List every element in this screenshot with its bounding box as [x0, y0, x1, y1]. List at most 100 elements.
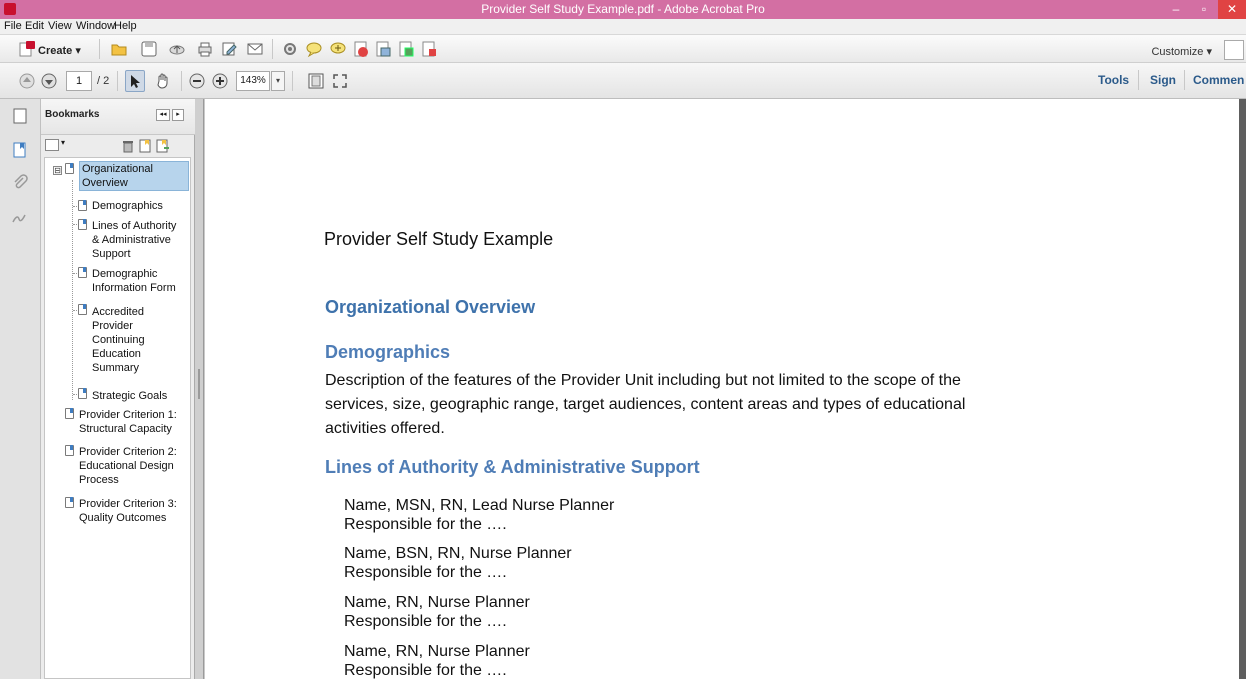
bookmark-label: Demographic	[92, 268, 158, 280]
settings-gear-icon[interactable]	[280, 38, 300, 60]
cloud-upload-icon[interactable]	[167, 38, 187, 60]
open-folder-icon[interactable]	[109, 38, 129, 60]
menu-bar: File Edit View Window Help	[0, 19, 1246, 35]
bookmark-icon	[78, 200, 87, 211]
window-title: Provider Self Study Example.pdf - Adobe …	[481, 2, 765, 16]
new-bookmark-icon[interactable]	[139, 139, 151, 156]
bookmark-label: & Administrative	[92, 234, 171, 246]
page-number-input[interactable]: 1	[66, 71, 92, 91]
page-count: / 2	[97, 75, 110, 87]
bookmark-strategic-goals[interactable]: Strategic Goals	[92, 389, 167, 403]
staff-entry: Name, RN, Nurse Planner Responsible for …	[344, 593, 530, 631]
document-title: Provider Self Study Example	[324, 229, 554, 249]
zoom-level-input[interactable]: 143%	[236, 71, 270, 91]
bookmark-provider-criterion-2[interactable]: Provider Criterion 2: Educational Design…	[79, 445, 177, 487]
maximize-button[interactable]: ▫	[1190, 0, 1218, 19]
bookmark-label: Process	[79, 474, 119, 486]
toolbar-separator	[99, 39, 100, 59]
bookmark-label: Continuing	[92, 334, 145, 346]
delete-bookmark-icon[interactable]	[122, 139, 134, 156]
collapse-toggle[interactable]: ⊟	[53, 166, 62, 175]
bookmark-demographics[interactable]: Demographics	[92, 199, 163, 213]
save-icon[interactable]	[139, 38, 159, 60]
bookmark-label: Provider Criterion 3:	[79, 498, 177, 510]
create-label: Create	[38, 45, 73, 57]
heading-lines-of-authority: Lines of Authority & Administrative Supp…	[325, 457, 700, 477]
zoom-out-icon[interactable]	[187, 70, 207, 92]
fit-page-icon[interactable]	[306, 70, 326, 92]
bookmark-icon	[65, 408, 74, 419]
email-icon[interactable]	[245, 38, 265, 60]
heading-demographics: Demographics	[325, 342, 451, 362]
page-thumbnails-icon[interactable]	[11, 107, 29, 125]
bookmark-provider-criterion-3[interactable]: Provider Criterion 3: Quality Outcomes	[79, 497, 177, 525]
select-cursor-icon[interactable]	[125, 70, 145, 92]
form-icon[interactable]	[396, 38, 416, 60]
demographics-paragraph: Description of the features of the Provi…	[325, 369, 1095, 441]
menu-file[interactable]: File	[4, 20, 22, 32]
panel-splitter[interactable]	[195, 99, 204, 679]
edit-document-icon[interactable]	[219, 38, 239, 60]
staff-name: Name, RN, Nurse Planner	[344, 594, 530, 611]
minimize-button[interactable]: –	[1162, 0, 1190, 19]
hand-tool-icon[interactable]	[153, 70, 173, 92]
menu-window[interactable]: Window	[76, 20, 115, 32]
staff-name: Name, BSN, RN, Nurse Planner	[344, 545, 572, 562]
navigation-rail	[0, 99, 41, 679]
create-icon[interactable]	[17, 38, 37, 60]
next-page-icon[interactable]	[39, 70, 59, 92]
pdf-export-icon[interactable]	[351, 38, 371, 60]
comment-bubble-icon[interactable]	[304, 38, 324, 60]
vertical-scrollbar[interactable]	[1239, 99, 1246, 679]
customize-button[interactable]: Customize ▾	[1151, 45, 1212, 58]
bookmark-options-icon[interactable]	[45, 139, 59, 151]
toolbar-separator	[292, 71, 293, 91]
zoom-in-icon[interactable]	[210, 70, 230, 92]
staff-entry: Name, MSN, RN, Lead Nurse Planner Respon…	[344, 496, 614, 534]
bookmarks-icon[interactable]	[11, 141, 29, 159]
paragraph-line: services, size, geographic range, target…	[325, 396, 966, 413]
bookmarks-toolbar: ▾	[41, 135, 195, 157]
protect-icon[interactable]	[419, 38, 439, 60]
bookmark-provider-criterion-1[interactable]: Provider Criterion 1: Structural Capacit…	[79, 408, 177, 436]
sign-tab[interactable]: Sign	[1150, 66, 1176, 94]
zoom-dropdown-button[interactable]: ▾	[271, 71, 285, 91]
bookmark-label: Overview	[82, 177, 128, 189]
signatures-icon[interactable]	[11, 209, 29, 227]
attachments-paperclip-icon[interactable]	[11, 173, 29, 191]
bookmark-lines-of-authority[interactable]: Lines of Authority & Administrative Supp…	[92, 219, 176, 261]
staff-entry: Name, BSN, RN, Nurse Planner Responsible…	[344, 544, 572, 582]
menu-edit[interactable]: Edit	[25, 20, 44, 32]
splitter-grip[interactable]	[198, 369, 200, 399]
customize-arrow: ▾	[1206, 46, 1212, 58]
pdf-page[interactable]: Provider Self Study Example Organization…	[205, 99, 1239, 679]
bookmark-accredited-provider-summary[interactable]: Accredited Provider Continuing Education…	[92, 305, 145, 375]
bookmark-from-selection-icon[interactable]	[156, 139, 170, 156]
staff-responsibility: Responsible for the ….	[344, 662, 507, 679]
previous-page-icon[interactable]	[17, 70, 37, 92]
toolbar-separator	[272, 39, 273, 59]
paragraph-line: activities offered.	[325, 420, 445, 437]
bookmark-options-arrow[interactable]: ▾	[61, 138, 65, 147]
tools-tab[interactable]: Tools	[1098, 66, 1129, 94]
menu-help[interactable]: Help	[114, 20, 137, 32]
create-button[interactable]: Create ▾	[38, 44, 81, 57]
bookmark-demographic-information-form[interactable]: Demographic Information Form	[92, 267, 176, 295]
bookmark-icon	[65, 497, 74, 508]
combine-files-icon[interactable]	[373, 38, 393, 60]
panel-expand-button[interactable]: ▸	[172, 109, 184, 121]
bookmark-organizational-overview[interactable]: Organizational Overview	[79, 161, 189, 191]
full-screen-icon[interactable]	[330, 70, 350, 92]
bookmark-label: Quality Outcomes	[79, 512, 167, 524]
add-comment-icon[interactable]	[328, 38, 348, 60]
bookmark-label: Provider	[92, 320, 133, 332]
close-button[interactable]: ✕	[1218, 0, 1246, 19]
comment-tab[interactable]: Commen	[1193, 66, 1244, 94]
bookmark-label: Lines of Authority	[92, 220, 177, 232]
panel-collapse-button[interactable]: ◂◂	[156, 109, 170, 121]
menu-view[interactable]: View	[48, 20, 72, 32]
tools-pane-icon[interactable]	[1224, 40, 1244, 60]
print-icon[interactable]	[195, 38, 215, 60]
bookmark-label: Support	[92, 248, 131, 260]
document-viewport[interactable]: Provider Self Study Example Organization…	[205, 99, 1246, 679]
